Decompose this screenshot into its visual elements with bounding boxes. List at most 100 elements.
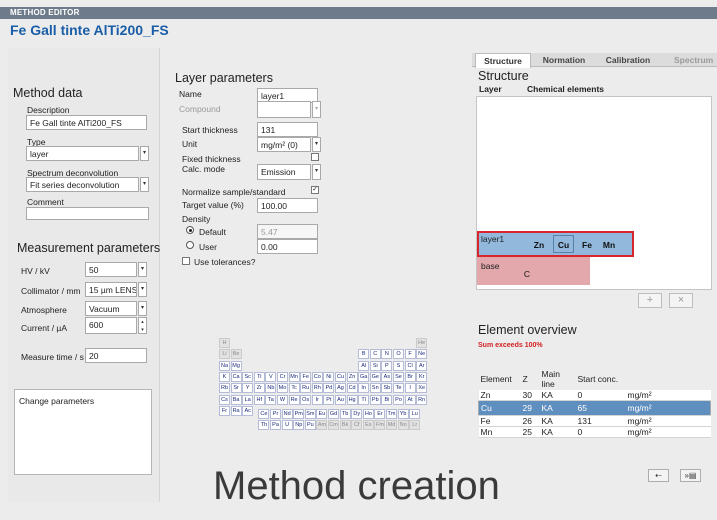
element-tile[interactable]: Sm — [304, 409, 316, 420]
element-tile[interactable]: Hg — [346, 394, 358, 405]
element-tile[interactable]: Po — [393, 394, 404, 405]
layer-element-chip[interactable]: Mn — [599, 236, 619, 254]
element-tile[interactable]: Xe — [416, 383, 428, 394]
atmosphere-dropdown-icon[interactable]: ▾ — [138, 301, 147, 316]
element-tile[interactable]: Na — [219, 360, 230, 371]
unit-select[interactable]: mg/m² (0) — [257, 137, 311, 152]
element-tile[interactable]: B — [358, 349, 370, 360]
cell-main-line[interactable]: KA — [539, 415, 576, 427]
element-tile[interactable]: Th — [258, 420, 270, 431]
measure-time-field[interactable]: 20 — [85, 348, 147, 363]
deconvolution-dropdown-icon[interactable]: ▾ — [140, 177, 149, 192]
element-tile[interactable]: Gd — [328, 409, 340, 420]
element-tile[interactable]: Ag — [335, 383, 346, 394]
tolerances-checkbox[interactable] — [182, 257, 190, 265]
add-layer-icon[interactable]: + — [638, 293, 662, 308]
element-tile[interactable]: Tb — [339, 409, 351, 420]
element-tile[interactable]: Mg — [230, 360, 242, 371]
element-tile[interactable]: Al — [358, 360, 370, 371]
element-tile[interactable]: Ac — [242, 405, 254, 416]
element-tile[interactable]: Pu — [304, 420, 316, 431]
element-tile[interactable]: Sr — [230, 383, 242, 394]
element-tile[interactable]: Cu — [335, 371, 346, 382]
element-tile[interactable]: Kr — [416, 371, 428, 382]
element-tile[interactable]: Np — [293, 420, 305, 431]
element-tile[interactable]: Pd — [323, 383, 335, 394]
calc-mode-dropdown-icon[interactable]: ▾ — [312, 164, 321, 180]
element-tile[interactable]: Sn — [369, 383, 381, 394]
element-tile[interactable]: Dy — [351, 409, 363, 420]
element-tile[interactable]: Ar — [416, 360, 428, 371]
element-tile[interactable]: Ru — [300, 383, 312, 394]
current-stepper-arrows-icon[interactable]: ▴ ▾ — [138, 317, 147, 334]
type-select[interactable]: layer — [26, 146, 139, 161]
layer-element-chip[interactable]: C — [517, 265, 537, 283]
element-tile[interactable]: Au — [335, 394, 346, 405]
element-tile[interactable]: Os — [300, 394, 312, 405]
element-tile[interactable]: Ga — [358, 371, 370, 382]
element-tile[interactable]: Re — [288, 394, 300, 405]
element-tile[interactable]: Ge — [369, 371, 381, 382]
element-tile[interactable]: S — [393, 360, 404, 371]
element-tile[interactable]: Tm — [386, 409, 398, 420]
layer-element-chip[interactable]: Fe — [577, 236, 597, 254]
element-tile[interactable]: Br — [404, 371, 416, 382]
fixed-thickness-checkbox[interactable] — [311, 153, 319, 161]
element-tile[interactable]: Tc — [288, 383, 300, 394]
cell-start-conc[interactable]: 131 — [575, 415, 626, 427]
element-tile[interactable]: C — [369, 349, 381, 360]
calc-mode-select[interactable]: Emission — [257, 164, 311, 180]
element-tile[interactable]: Ho — [362, 409, 374, 420]
element-tile[interactable]: At — [404, 394, 416, 405]
element-tile[interactable]: Pa — [270, 420, 282, 431]
save-next-button[interactable]: »▤ — [680, 469, 701, 482]
element-tile[interactable]: Rn — [416, 394, 428, 405]
start-thickness-field[interactable]: 131 — [257, 122, 318, 137]
element-tile[interactable]: Pb — [369, 394, 381, 405]
table-row[interactable]: Zn 30 KA 0 mg/m² — [478, 390, 711, 401]
element-tile[interactable]: Sb — [381, 383, 393, 394]
element-tile[interactable]: Zr — [253, 383, 265, 394]
element-tile[interactable]: O — [393, 349, 404, 360]
hv-dropdown-icon[interactable]: ▾ — [138, 262, 147, 277]
element-tile[interactable]: Fr — [219, 405, 230, 416]
unit-dropdown-icon[interactable]: ▾ — [312, 137, 321, 152]
tab-normation[interactable]: Normation — [534, 53, 594, 67]
spectrum-deconvolution-select[interactable]: Fit series deconvolution — [26, 177, 139, 192]
cell-main-line[interactable]: KA — [539, 400, 576, 416]
comment-field[interactable] — [26, 207, 149, 220]
layer-element-chip[interactable]: Cu — [553, 235, 574, 253]
compound-dropdown-icon[interactable]: ▾ — [312, 101, 321, 118]
element-tile[interactable]: Pt — [323, 394, 335, 405]
density-default-radio[interactable] — [186, 226, 194, 234]
element-tile[interactable]: Pr — [270, 409, 282, 420]
layer-row-base[interactable]: base C — [477, 257, 590, 285]
element-tile[interactable]: Ra — [230, 405, 242, 416]
type-dropdown-icon[interactable]: ▾ — [140, 146, 149, 161]
element-tile[interactable]: Rb — [219, 383, 230, 394]
element-tile[interactable]: Mn — [288, 371, 300, 382]
element-tile[interactable]: Pm — [293, 409, 305, 420]
element-tile[interactable]: P — [381, 360, 393, 371]
element-tile[interactable]: K — [219, 371, 230, 382]
collimator-dropdown-icon[interactable]: ▾ — [138, 282, 147, 297]
element-tile[interactable]: Fe — [300, 371, 312, 382]
element-tile[interactable]: Ir — [311, 394, 323, 405]
element-tile[interactable]: Ne — [416, 349, 428, 360]
element-tile[interactable]: Sc — [242, 371, 254, 382]
element-tile[interactable]: F — [404, 349, 416, 360]
layer-element-chip[interactable]: Zn — [529, 236, 549, 254]
element-tile[interactable]: As — [381, 371, 393, 382]
element-tile[interactable]: Y — [242, 383, 254, 394]
element-tile[interactable]: Cl — [404, 360, 416, 371]
element-tile[interactable]: Ce — [258, 409, 270, 420]
element-tile[interactable]: La — [242, 394, 254, 405]
remove-layer-icon[interactable]: × — [669, 293, 693, 308]
description-field[interactable]: Fe Gall tinte AlTi200_FS — [26, 115, 147, 130]
element-tile[interactable]: Rh — [311, 383, 323, 394]
cell-start-conc[interactable]: 0 — [575, 426, 626, 438]
cell-start-conc[interactable]: 0 — [575, 390, 626, 401]
back-button[interactable]: ⇠ — [648, 469, 669, 482]
density-user-radio[interactable] — [186, 241, 194, 249]
atmosphere-select[interactable]: Vacuum — [85, 301, 137, 316]
